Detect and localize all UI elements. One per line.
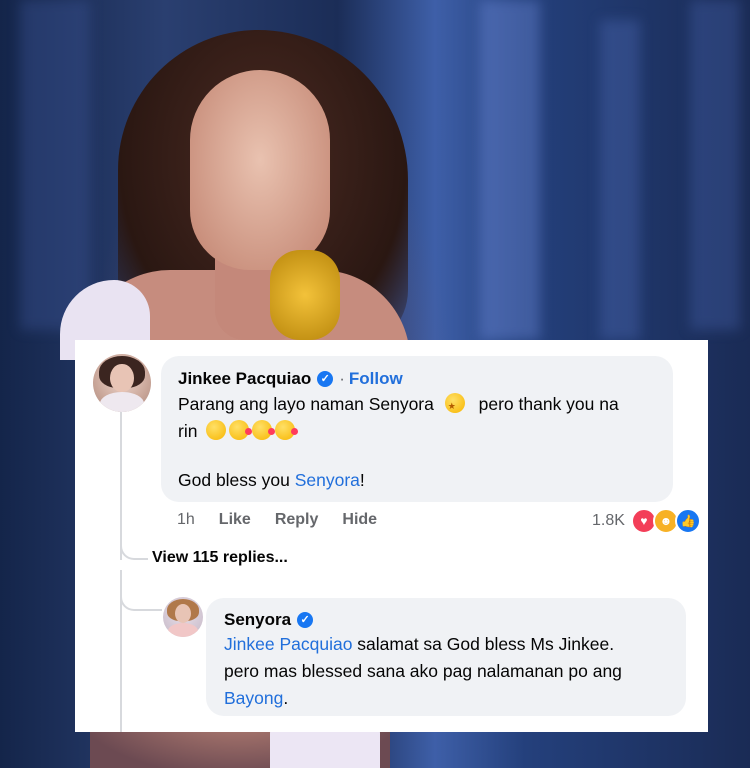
comment-author[interactable]: Senyora bbox=[224, 610, 291, 630]
follow-separator: · bbox=[339, 369, 345, 388]
comment-panel: Jinkee Pacquiao ✓ · Follow Parang ang la… bbox=[75, 340, 708, 732]
reply-button[interactable]: Reply bbox=[275, 511, 319, 529]
comment-bubble: Senyora ✓ Jinkee Pacquiao salamat sa God… bbox=[206, 598, 686, 716]
laughing-emoji-icon bbox=[206, 420, 227, 440]
like-button[interactable]: Like bbox=[219, 511, 251, 529]
like-reaction-icon: 👍 bbox=[674, 508, 701, 534]
comment-text: pero thank you na bbox=[478, 394, 619, 414]
mention-link[interactable]: Senyora bbox=[295, 470, 360, 490]
avatar[interactable] bbox=[93, 354, 151, 412]
reaction-count: 1.8K bbox=[592, 512, 625, 529]
comment-text: salamat sa God bless Ms Jinkee. bbox=[352, 634, 615, 654]
comment-text: Parang ang layo naman Senyora bbox=[178, 394, 434, 414]
comment-text: pero mas blessed sana ako pag nalamanan … bbox=[224, 661, 622, 681]
comment-text: . bbox=[283, 688, 289, 708]
comment-author[interactable]: Jinkee Pacquiao bbox=[178, 369, 311, 389]
smiling-hearts-emoji-icon bbox=[275, 420, 299, 440]
thread-line bbox=[120, 410, 122, 560]
avatar[interactable] bbox=[163, 597, 203, 637]
star-struck-emoji-icon bbox=[444, 393, 465, 420]
comment-text: ! bbox=[359, 470, 365, 490]
hide-button[interactable]: Hide bbox=[342, 511, 377, 529]
verified-badge-icon: ✓ bbox=[317, 371, 334, 387]
view-replies-link[interactable]: View 115 replies... bbox=[152, 549, 288, 567]
mention-link[interactable]: Bayong bbox=[224, 688, 283, 708]
thread-elbow bbox=[120, 585, 162, 611]
follow-button[interactable]: Follow bbox=[349, 369, 403, 389]
thread-elbow bbox=[120, 540, 148, 560]
mention-link[interactable]: Jinkee Pacquiao bbox=[224, 634, 352, 654]
reaction-summary[interactable]: 1.8K ♥ ☻ 👍 bbox=[592, 508, 701, 534]
comment-text: rin bbox=[178, 421, 198, 441]
smiling-hearts-emoji-icon bbox=[252, 420, 276, 440]
smiling-hearts-emoji-icon bbox=[229, 420, 253, 440]
comment-bubble: Jinkee Pacquiao ✓ · Follow Parang ang la… bbox=[161, 356, 673, 502]
comment-text: God bless you bbox=[178, 470, 295, 490]
comment-actions: 1h Like Reply Hide bbox=[177, 511, 377, 529]
timestamp[interactable]: 1h bbox=[177, 511, 195, 529]
verified-badge-icon: ✓ bbox=[297, 612, 314, 628]
